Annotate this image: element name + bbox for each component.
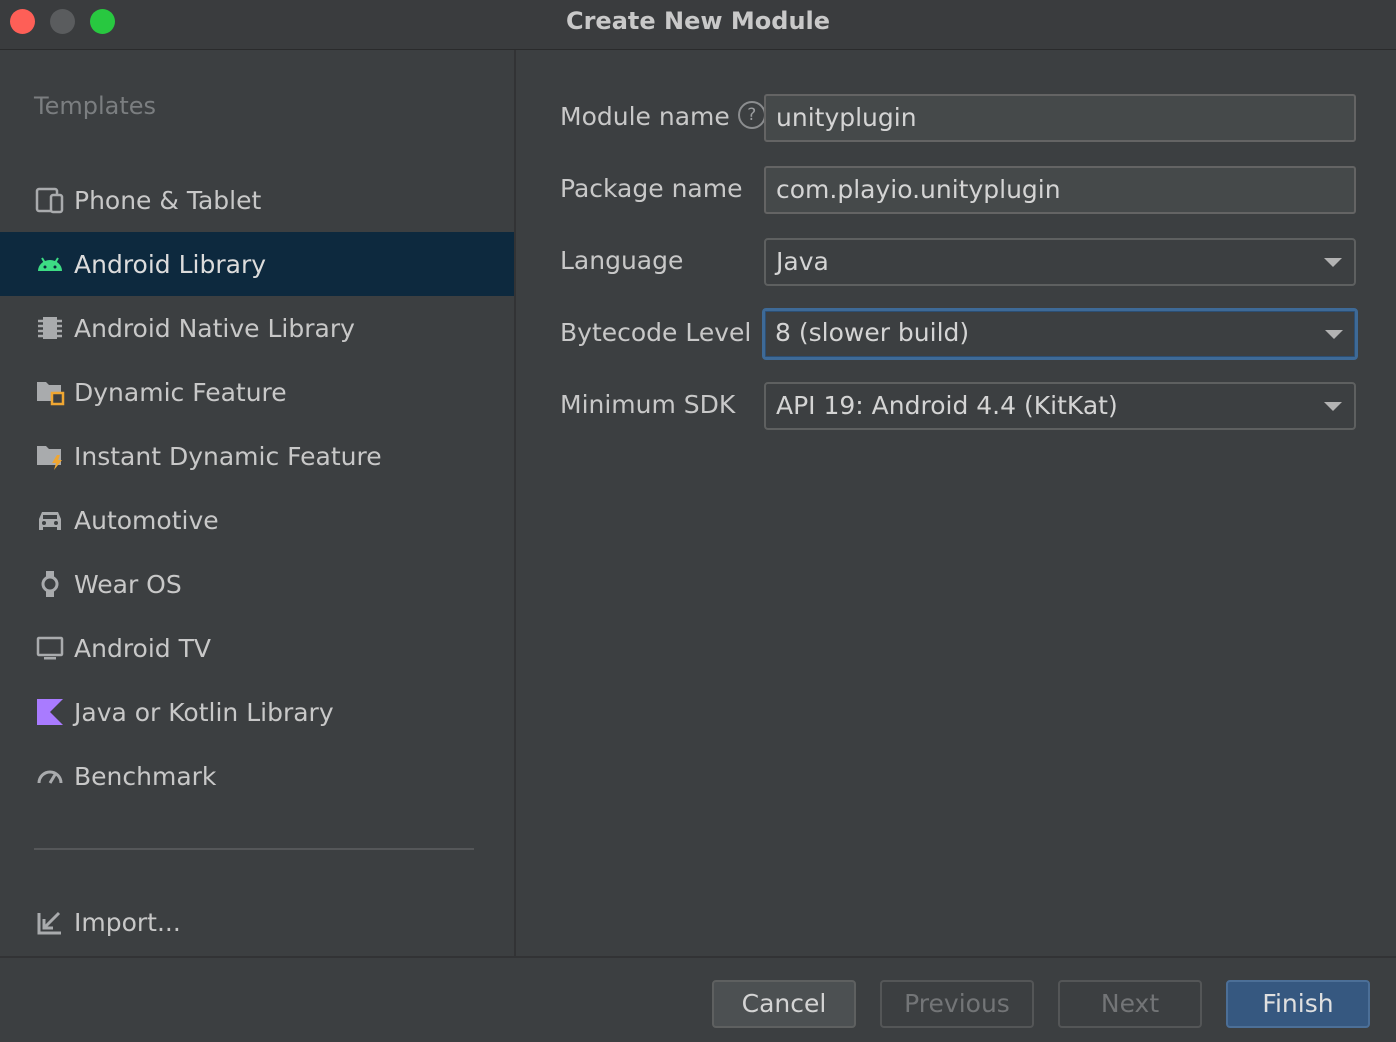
sidebar-item-wear-os[interactable]: Wear OS bbox=[0, 552, 514, 616]
sidebar-item-android-library[interactable]: Android Library bbox=[0, 232, 514, 296]
import-icon bbox=[34, 906, 66, 938]
sidebar-item-label: Java or Kotlin Library bbox=[74, 697, 334, 727]
bytecode-level-select[interactable]: 8 (slower build) bbox=[762, 308, 1358, 360]
sidebar-divider bbox=[34, 848, 474, 850]
sidebar-item-label: Android TV bbox=[74, 633, 211, 663]
tv-icon bbox=[34, 632, 66, 664]
sidebar-item-android-native-library[interactable]: Android Native Library bbox=[0, 296, 514, 360]
sidebar-item-label: Instant Dynamic Feature bbox=[74, 441, 382, 471]
language-label: Language bbox=[560, 246, 684, 275]
sidebar-item-java-kotlin-library[interactable]: Java or Kotlin Library bbox=[0, 680, 514, 744]
sidebar-item-phone-tablet[interactable]: Phone & Tablet bbox=[0, 168, 514, 232]
dialog-footer: Cancel Previous Next Finish bbox=[0, 956, 1396, 1042]
sidebar-item-android-tv[interactable]: Android TV bbox=[0, 616, 514, 680]
minimum-sdk-select[interactable]: API 19: Android 4.4 (KitKat) bbox=[764, 382, 1356, 430]
minimum-sdk-label: Minimum SDK bbox=[560, 390, 736, 419]
car-icon bbox=[34, 504, 66, 536]
gauge-icon bbox=[34, 760, 66, 792]
minimum-sdk-value: API 19: Android 4.4 (KitKat) bbox=[776, 391, 1118, 420]
sidebar-item-label: Phone & Tablet bbox=[74, 185, 262, 215]
sidebar-item-label: Automotive bbox=[74, 505, 219, 535]
sidebar-item-dynamic-feature[interactable]: Dynamic Feature bbox=[0, 360, 514, 424]
phone-tablet-icon bbox=[34, 184, 66, 216]
chevron-down-icon bbox=[1324, 402, 1342, 411]
package-name-field[interactable]: com.playio.unityplugin bbox=[764, 166, 1356, 214]
previous-button[interactable]: Previous bbox=[880, 980, 1034, 1028]
watch-icon bbox=[34, 568, 66, 600]
sidebar-item-label: Android Library bbox=[74, 249, 267, 279]
sidebar-item-label: Android Native Library bbox=[74, 313, 355, 343]
module-name-field[interactable]: unityplugin bbox=[764, 94, 1356, 142]
sidebar-item-label: Benchmark bbox=[74, 761, 217, 791]
finish-button[interactable]: Finish bbox=[1226, 980, 1370, 1028]
module-name-label: Module name? bbox=[560, 101, 766, 132]
package-name-label: Package name bbox=[560, 174, 743, 203]
dynamic-feature-icon bbox=[34, 376, 66, 408]
import-button[interactable]: Import... bbox=[0, 890, 514, 954]
module-config-form: Module name? unityplugin Package name co… bbox=[516, 50, 1396, 956]
module-name-label-text: Module name bbox=[560, 102, 730, 131]
sidebar-item-label: Dynamic Feature bbox=[74, 377, 287, 407]
kotlin-icon bbox=[34, 696, 66, 728]
sidebar-item-label: Wear OS bbox=[74, 569, 182, 599]
templates-heading: Templates bbox=[34, 92, 157, 120]
chevron-down-icon bbox=[1324, 258, 1342, 267]
android-icon bbox=[34, 248, 66, 280]
title-bar: Create New Module bbox=[0, 0, 1396, 50]
instant-feature-icon bbox=[34, 440, 66, 472]
next-button[interactable]: Next bbox=[1058, 980, 1202, 1028]
language-select[interactable]: Java bbox=[764, 238, 1356, 286]
window-title: Create New Module bbox=[565, 7, 831, 35]
bytecode-level-label: Bytecode Level bbox=[560, 318, 752, 347]
sidebar-item-instant-dynamic-feature[interactable]: Instant Dynamic Feature bbox=[0, 424, 514, 488]
language-value: Java bbox=[776, 247, 829, 276]
native-library-icon bbox=[34, 312, 66, 344]
templates-sidebar: Templates Phone & Tablet Android Library… bbox=[0, 50, 516, 956]
cancel-button[interactable]: Cancel bbox=[712, 980, 856, 1028]
chevron-down-icon bbox=[1325, 330, 1343, 339]
help-icon[interactable]: ? bbox=[737, 101, 766, 129]
import-label: Import... bbox=[74, 907, 181, 937]
bytecode-level-value: 8 (slower build) bbox=[775, 318, 970, 347]
sidebar-item-automotive[interactable]: Automotive bbox=[0, 488, 514, 552]
sidebar-item-benchmark[interactable]: Benchmark bbox=[0, 744, 514, 808]
